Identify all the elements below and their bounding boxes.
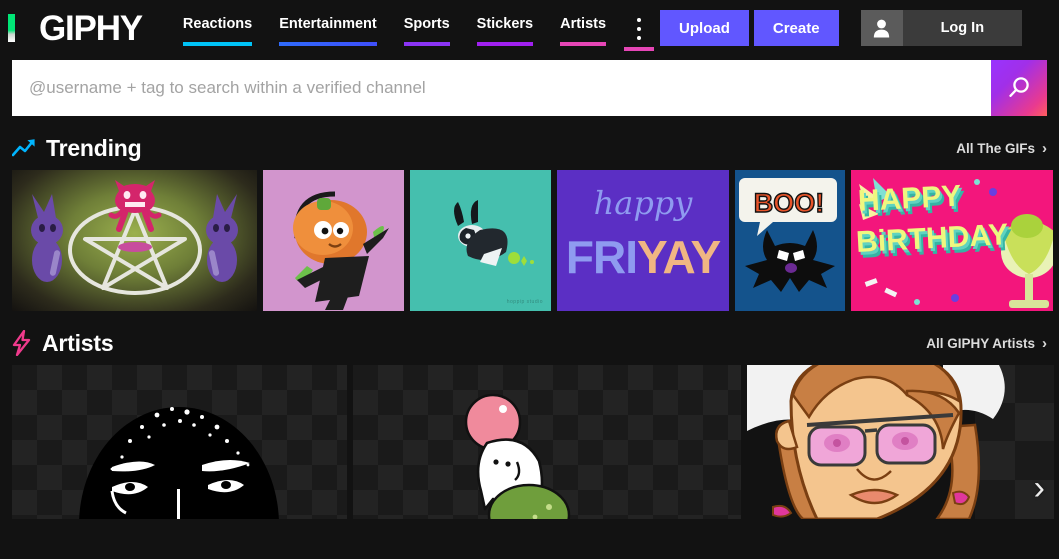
left-edge-marker — [8, 14, 15, 42]
nav-item-reactions[interactable]: Reactions — [172, 13, 263, 46]
nav-item-sports[interactable]: Sports — [393, 13, 461, 46]
birthday-line1: HAPPY — [857, 180, 962, 218]
main-navigation: Reactions Entertainment Sports Stickers … — [172, 5, 660, 51]
nav-underline-sports — [404, 42, 450, 46]
svg-text:BOO!: BOO! — [754, 188, 825, 218]
ghost-bubblegum-graphic — [353, 365, 741, 519]
birthday-text: HAPPY BiRTHDAY — [857, 180, 1009, 257]
site-header: GIPHY Reactions Entertainment Sports Sti… — [0, 0, 1059, 56]
dot-1 — [637, 18, 641, 22]
artist-tile-black-face-sticker[interactable] — [12, 365, 347, 519]
all-giphy-artists-link[interactable]: All GIPHY Artists › — [926, 335, 1047, 352]
artist-tile-girl-pink-sunglasses-sticker[interactable] — [747, 365, 1054, 519]
friyay-line1: happy — [557, 184, 729, 222]
search-icon — [1006, 75, 1032, 101]
trending-tile-horned-creature-gif[interactable]: hoppip studio — [410, 170, 551, 311]
purple-bunny-left-graphic — [22, 192, 74, 284]
nav-underline-entertainment — [279, 42, 377, 46]
girl-sunglasses-graphic — [747, 365, 1054, 519]
giphy-logo[interactable]: GIPHY — [39, 11, 142, 46]
nav-item-stickers[interactable]: Stickers — [466, 13, 544, 46]
horned-creature-graphic — [410, 170, 551, 311]
all-the-gifs-link[interactable]: All The GIFs › — [956, 140, 1047, 157]
friyay-fri: FRI — [566, 231, 637, 283]
friyay-yay: YAY — [637, 231, 720, 283]
nav-underline-reactions — [183, 42, 252, 46]
friyay-line2: FRIYAY — [557, 230, 729, 284]
black-face-graphic — [12, 365, 347, 519]
artist-tile-ghost-bubblegum-sticker[interactable] — [353, 365, 741, 519]
user-glyph — [873, 19, 890, 38]
nav-label-stickers: Stickers — [477, 13, 533, 35]
nav-underline-more — [624, 47, 654, 51]
all-the-gifs-label: All The GIFs — [956, 141, 1035, 156]
trending-tile-pumpkin-head-gif[interactable] — [263, 170, 404, 311]
nav-label-sports: Sports — [404, 13, 450, 35]
nav-item-entertainment[interactable]: Entertainment — [268, 13, 388, 46]
trending-title: Trending — [46, 135, 142, 162]
nav-label-reactions: Reactions — [183, 13, 252, 35]
dot-2 — [637, 27, 641, 31]
account-area: Log In — [861, 10, 1023, 46]
nav-label-entertainment: Entertainment — [279, 13, 377, 35]
artists-section-header: Artists All GIPHY Artists › — [0, 321, 1059, 365]
upload-button[interactable]: Upload — [660, 10, 749, 46]
boo-bat-graphic: BOO! — [735, 170, 845, 311]
pumpkin-head-graphic — [263, 170, 404, 311]
search-bar — [12, 60, 1047, 116]
search-input[interactable] — [12, 60, 991, 116]
trending-section-header: Trending All The GIFs › — [0, 126, 1059, 170]
dot-3 — [637, 36, 641, 40]
trending-tile-happy-friyay-gif[interactable]: happy FRIYAY — [557, 170, 729, 311]
nav-label-artists: Artists — [560, 13, 606, 35]
lightning-bolt-icon — [12, 330, 32, 356]
chevron-right-icon-artists: › — [1042, 335, 1047, 352]
nav-underline-artists — [560, 42, 606, 46]
nav-underline-stickers — [477, 42, 533, 46]
artists-title: Artists — [42, 330, 113, 357]
chevron-right-icon: › — [1042, 140, 1047, 157]
trending-tile-happy-birthday-gif[interactable]: HAPPY BiRTHDAY — [851, 170, 1053, 311]
create-button[interactable]: Create — [754, 10, 839, 46]
purple-bunny-right-graphic — [195, 192, 247, 284]
watermark-label: hoppip studio — [507, 299, 543, 305]
login-button[interactable]: Log In — [903, 10, 1023, 46]
artists-next-arrow-icon[interactable]: › — [1034, 471, 1045, 505]
trending-tile-pentagram-ritual-gif[interactable] — [12, 170, 257, 311]
trending-tile-boo-bat-gif[interactable]: BOO! — [735, 170, 845, 311]
trending-gif-row: hoppip studio happy FRIYAY BOO! — [0, 170, 1059, 311]
search-button[interactable] — [991, 60, 1047, 116]
nav-item-artists[interactable]: Artists — [549, 13, 617, 46]
red-demon-graphic — [107, 177, 163, 233]
user-icon[interactable] — [861, 10, 903, 46]
more-options-icon[interactable] — [624, 13, 654, 51]
birthday-line2: BiRTHDAY — [855, 221, 1009, 257]
trending-arrow-icon — [12, 138, 36, 158]
all-giphy-artists-label: All GIPHY Artists — [926, 336, 1035, 351]
artists-sticker-row: › — [0, 365, 1059, 519]
